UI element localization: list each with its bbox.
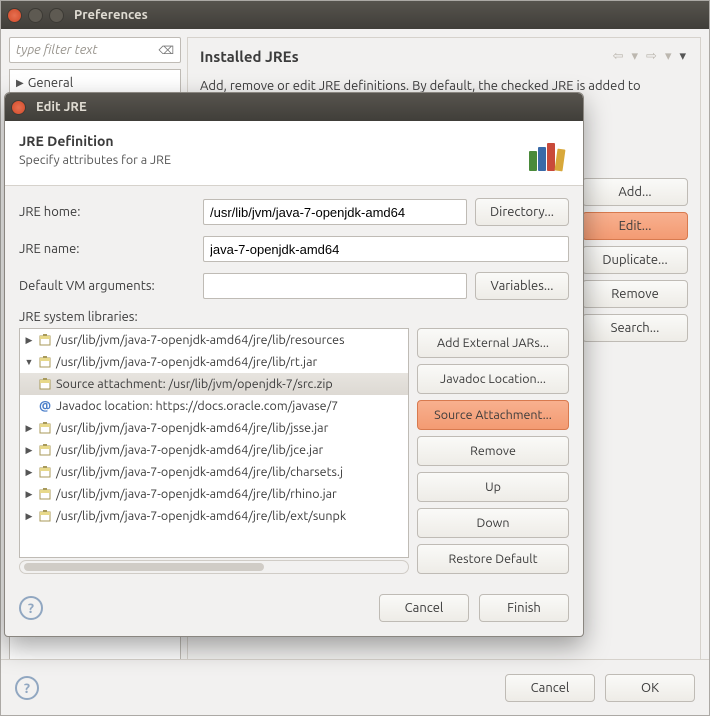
dialog-title: Edit JRE [36, 100, 87, 114]
jar-icon [38, 333, 52, 347]
jar-entry[interactable]: ▼ /usr/lib/jvm/java-7-openjdk-amd64/jre/l… [20, 351, 408, 373]
expand-icon[interactable]: ▼ [24, 357, 34, 367]
libs-scrollbar[interactable] [19, 560, 409, 574]
lib-path: /usr/lib/jvm/java-7-openjdk-amd64/jre/li… [56, 487, 337, 501]
forward-icon[interactable]: ⇨ [644, 49, 659, 64]
variables-button[interactable]: Variables... [475, 272, 569, 300]
jre-home-input[interactable] [203, 199, 467, 225]
add-external-jars-button[interactable]: Add External JARs... [417, 328, 569, 358]
javadoc-entry[interactable]: @ Javadoc location: https://docs.oracle.c… [20, 395, 408, 417]
lib-path: Javadoc location: https://docs.oracle.co… [56, 399, 338, 413]
source-attachment-entry[interactable]: Source attachment: /usr/lib/jvm/openjdk-… [20, 373, 408, 395]
window-close-icon[interactable] [11, 100, 26, 115]
edit-button[interactable]: Edit... [582, 212, 688, 240]
dialog-heading: JRE Definition [19, 133, 171, 149]
remove-button[interactable]: Remove [582, 280, 688, 308]
expand-icon[interactable]: ▶ [24, 511, 34, 522]
jre-name-input[interactable] [203, 236, 569, 262]
page-description: Add, remove or edit JRE definitions. By … [200, 79, 688, 93]
dropdown-icon[interactable]: ▾ [630, 49, 641, 64]
window-minimize-icon[interactable] [28, 8, 43, 23]
prefs-titlebar[interactable]: Preferences [1, 1, 709, 29]
remove-lib-button[interactable]: Remove [417, 436, 569, 466]
expand-icon[interactable]: ▶ [24, 335, 34, 346]
jar-icon [38, 443, 52, 457]
jre-name-label: JRE name: [19, 242, 195, 256]
directory-button[interactable]: Directory... [475, 198, 569, 226]
filter-placeholder: type filter text [16, 43, 98, 57]
jar-entry[interactable]: ▶ /usr/lib/jvm/java-7-openjdk-amd64/jre/l… [20, 461, 408, 483]
jar-entry[interactable]: ▶ /usr/lib/jvm/java-7-openjdk-amd64/jre/l… [20, 505, 408, 527]
expand-icon[interactable]: ▶ [16, 77, 24, 89]
jar-entry[interactable]: ▶ /usr/lib/jvm/java-7-openjdk-amd64/jre/l… [20, 439, 408, 461]
window-maximize-icon[interactable] [49, 8, 64, 23]
lib-path: /usr/lib/jvm/java-7-openjdk-amd64/jre/li… [56, 465, 343, 479]
cancel-button[interactable]: Cancel [379, 594, 469, 622]
tree-item-label: General [28, 76, 73, 90]
expand-icon[interactable]: ▶ [24, 489, 34, 500]
duplicate-button[interactable]: Duplicate... [582, 246, 688, 274]
libs-buttons: Add External JARs... Javadoc Location...… [417, 328, 569, 574]
jar-entry[interactable]: ▶ /usr/lib/jvm/java-7-openjdk-amd64/jre/l… [20, 329, 408, 351]
dropdown-icon[interactable]: ▾ [663, 49, 674, 64]
dialog-header: JRE Definition Specify attributes for a … [5, 121, 583, 186]
nav-arrows: ⇦▾ ⇨▾ ▾ [611, 49, 688, 64]
lib-path: /usr/lib/jvm/java-7-openjdk-amd64/jre/li… [56, 355, 317, 369]
lib-path: /usr/lib/jvm/java-7-openjdk-amd64/jre/li… [56, 509, 346, 523]
vm-args-label: Default VM arguments: [19, 279, 195, 293]
library-icon [525, 133, 569, 173]
jar-icon [38, 465, 52, 479]
finish-button[interactable]: Finish [479, 594, 569, 622]
dialog-titlebar[interactable]: Edit JRE [5, 93, 583, 121]
syslibs-label: JRE system libraries: [19, 310, 569, 324]
vm-args-input[interactable] [203, 273, 467, 299]
page-title: Installed JREs [200, 48, 299, 65]
dialog-footer: ? Cancel Finish [5, 582, 583, 636]
jar-entry[interactable]: ▶ /usr/lib/jvm/java-7-openjdk-amd64/jre/l… [20, 483, 408, 505]
edit-jre-dialog: Edit JRE JRE Definition Specify attribut… [4, 92, 584, 637]
filter-input[interactable]: type filter text ⌫ [9, 37, 181, 63]
lib-path: Source attachment: /usr/lib/jvm/openjdk-… [56, 377, 333, 391]
jar-icon [38, 355, 52, 369]
jar-entry[interactable]: ▶ /usr/lib/jvm/java-7-openjdk-amd64/jre/l… [20, 417, 408, 439]
back-icon[interactable]: ⇦ [611, 49, 626, 64]
jar-icon [38, 487, 52, 501]
system-libraries-tree[interactable]: ▶ /usr/lib/jvm/java-7-openjdk-amd64/jre/l… [19, 328, 409, 558]
lib-path: /usr/lib/jvm/java-7-openjdk-amd64/jre/li… [56, 333, 345, 347]
prefs-footer: ? Cancel OK [1, 659, 709, 715]
help-icon[interactable]: ? [19, 596, 43, 620]
expand-icon[interactable]: ▶ [24, 423, 34, 434]
menu-icon[interactable]: ▾ [677, 49, 688, 64]
up-button[interactable]: Up [417, 472, 569, 502]
jre-action-buttons: Add... Edit... Duplicate... Remove Searc… [582, 178, 688, 342]
ok-button[interactable]: OK [605, 674, 695, 702]
help-icon[interactable]: ? [15, 676, 39, 700]
jar-icon [38, 421, 52, 435]
dialog-subtitle: Specify attributes for a JRE [19, 153, 171, 167]
expand-icon[interactable]: ▶ [24, 467, 34, 478]
prefs-title: Preferences [74, 8, 148, 22]
javadoc-icon: @ [38, 399, 52, 413]
jar-icon [38, 377, 52, 391]
search-button[interactable]: Search... [582, 314, 688, 342]
lib-path: /usr/lib/jvm/java-7-openjdk-amd64/jre/li… [56, 443, 323, 457]
window-close-icon[interactable] [7, 8, 22, 23]
lib-path: /usr/lib/jvm/java-7-openjdk-amd64/jre/li… [56, 421, 328, 435]
add-button[interactable]: Add... [582, 178, 688, 206]
clear-filter-icon[interactable]: ⌫ [158, 44, 174, 57]
jre-home-label: JRE home: [19, 205, 195, 219]
jar-icon [38, 509, 52, 523]
restore-default-button[interactable]: Restore Default [417, 544, 569, 574]
down-button[interactable]: Down [417, 508, 569, 538]
expand-icon[interactable]: ▶ [24, 445, 34, 456]
cancel-button[interactable]: Cancel [505, 674, 595, 702]
source-attachment-button[interactable]: Source Attachment... [417, 400, 569, 430]
javadoc-location-button[interactable]: Javadoc Location... [417, 364, 569, 394]
